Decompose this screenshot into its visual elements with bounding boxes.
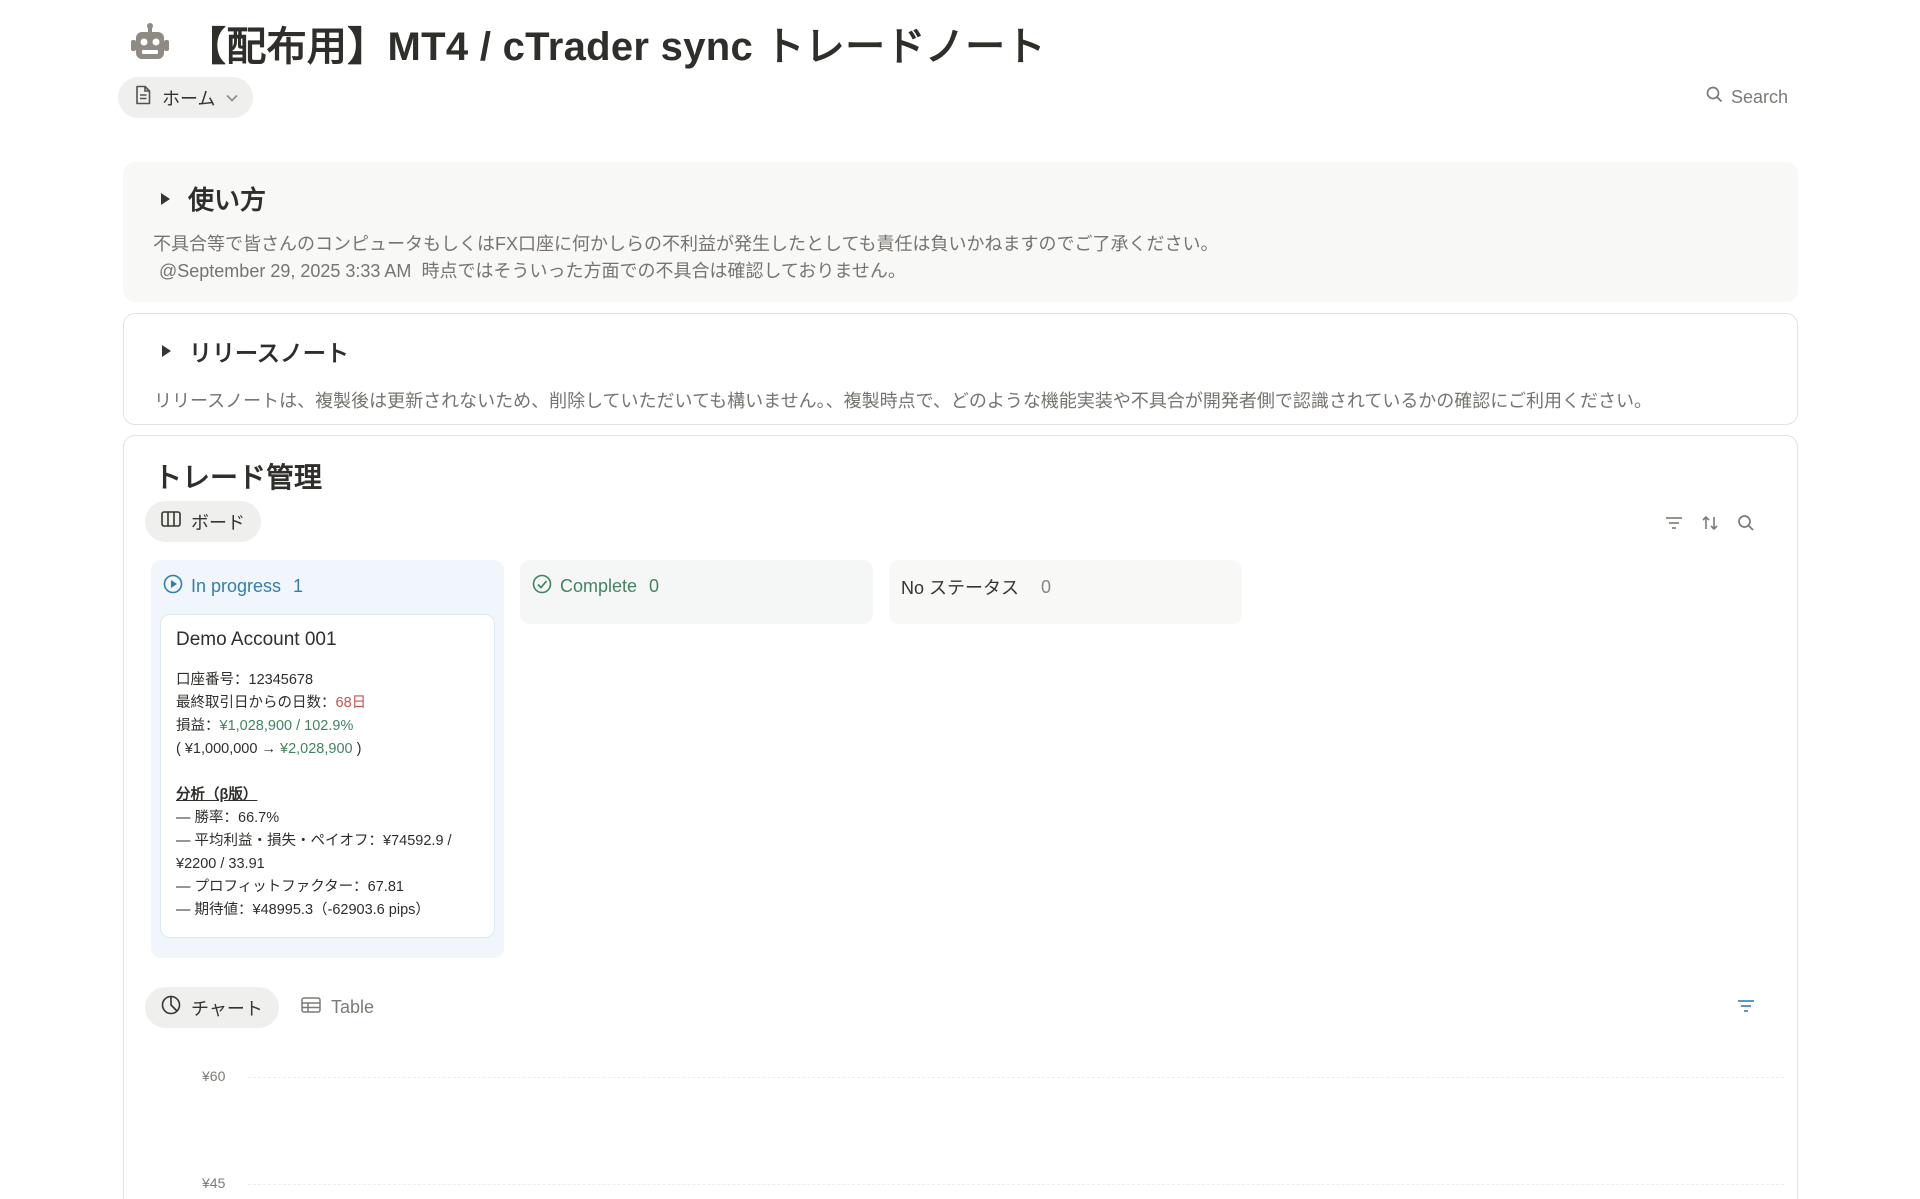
- usage-status-text: 時点ではそういった方面での不具合は確認しておりません。: [421, 261, 906, 281]
- average-payoff-line: ― 平均利益・損失・ペイオフ：¥74592.9 / ¥2200 / 33.91: [176, 833, 452, 872]
- release-heading: リリースノート: [189, 340, 349, 366]
- search-button[interactable]: Search: [1706, 86, 1788, 108]
- column-count: 1: [293, 576, 304, 596]
- y-axis-tick: ¥45: [202, 1175, 226, 1191]
- usage-status-line: @September 29, 2025 3:33 AM 時点ではそういった方面で…: [153, 258, 1768, 285]
- tab-board[interactable]: ボード: [145, 501, 261, 542]
- page-title: 【配布用】MT4 / cTrader sync トレードノート: [186, 25, 1046, 69]
- toggle-triangle-icon[interactable]: [162, 345, 171, 357]
- search-icon: [1706, 86, 1723, 108]
- balance-to: ¥2,028,900: [280, 741, 353, 757]
- usage-disclaimer: 不具合等で皆さんのコンピュータもしくはFX口座に何かしらの不利益が発生したとして…: [153, 234, 1219, 254]
- database-search-icon[interactable]: [1737, 514, 1755, 537]
- account-number-label: 口座番号：: [176, 672, 249, 688]
- days-since-trade-line: 最終取引日からの日数：68日: [176, 692, 479, 715]
- pl-value: ¥1,028,900 / 102.9%: [219, 718, 354, 734]
- balance-from: ( ¥1,000,000 →: [176, 741, 280, 757]
- expectancy-line: ― 期待値：¥48995.3（-62903.6 pips）: [176, 902, 430, 918]
- column-label: No ステータス: [901, 578, 1020, 598]
- release-text: リリースノートは、複製後は更新されないため、削除していただいても構いません。、複…: [154, 391, 1652, 411]
- view-selector[interactable]: ホーム: [118, 77, 254, 118]
- document-icon: [134, 85, 152, 110]
- account-number-value: 12345678: [248, 672, 314, 688]
- play-circle-icon: [163, 574, 183, 599]
- pie-chart-icon: [161, 995, 181, 1020]
- pl-label: 損益：: [176, 718, 220, 734]
- column-header-in-progress[interactable]: In progress 1: [151, 560, 504, 599]
- balance-close: ): [352, 741, 362, 757]
- table-icon: [301, 997, 321, 1018]
- date-mention[interactable]: @September 29, 2025 3:33 AM: [159, 261, 411, 281]
- account-number-line: 口座番号：12345678: [176, 669, 479, 692]
- column-count: 0: [649, 576, 660, 596]
- check-circle-icon: [532, 574, 552, 599]
- y-axis-tick: ¥60: [202, 1068, 226, 1084]
- search-label: Search: [1730, 86, 1788, 107]
- account-card[interactable]: Demo Account 001 口座番号：12345678 最終取引日からの日…: [160, 614, 495, 938]
- sort-icon[interactable]: [1701, 514, 1719, 537]
- chart-filter-icon[interactable]: [1737, 999, 1755, 1018]
- tab-board-label: ボード: [191, 512, 245, 533]
- column-label: In progress: [191, 576, 282, 596]
- board-column-in-progress: In progress 1 Demo Account 001 口座番号：1234…: [151, 560, 504, 958]
- chevron-down-icon: [225, 87, 239, 108]
- trade-database: トレード管理 ボード In progress 1 Demo Account 00…: [123, 435, 1798, 1199]
- tab-chart[interactable]: チャート: [145, 987, 279, 1028]
- profit-loss-line: 損益：¥1,028,900 / 102.9%: [176, 715, 479, 738]
- days-label: 最終取引日からの日数：: [176, 695, 336, 711]
- tab-chart-label: チャート: [191, 998, 263, 1019]
- toggle-triangle-icon[interactable]: [161, 192, 170, 205]
- usage-toggle[interactable]: 使い方: [153, 180, 1768, 217]
- filter-icon[interactable]: [1665, 516, 1683, 535]
- profit-factor-line: ― プロフィットファクター：67.81: [176, 879, 404, 895]
- database-toolbar: [1665, 514, 1755, 537]
- release-toggle[interactable]: リリースノート: [154, 334, 1767, 368]
- balance-line: ( ¥1,000,000 → ¥2,028,900 ): [176, 738, 479, 761]
- board-column-complete: Complete 0: [520, 560, 873, 624]
- usage-heading: 使い方: [188, 185, 267, 215]
- tab-table-label: Table: [331, 997, 375, 1017]
- release-callout: リリースノート リリースノートは、複製後は更新されないため、削除していただいても…: [123, 313, 1798, 425]
- column-header-complete[interactable]: Complete 0: [520, 560, 873, 599]
- column-count: 0: [1041, 576, 1052, 597]
- column-label: Complete: [560, 576, 638, 596]
- view-selector-label: ホーム: [162, 88, 216, 109]
- card-title: Demo Account 001: [176, 629, 337, 650]
- days-value: 68日: [335, 695, 367, 711]
- board-column-no-status: No ステータス 0: [889, 560, 1242, 624]
- column-header-no-status[interactable]: No ステータス 0: [889, 560, 1242, 600]
- board-view-icon: [161, 511, 181, 532]
- chart-gridline: [248, 1184, 1784, 1185]
- winrate-line: ― 勝率：66.7%: [176, 810, 280, 826]
- database-title: トレード管理: [154, 462, 323, 493]
- usage-callout: 使い方 不具合等で皆さんのコンピュータもしくはFX口座に何かしらの不利益が発生し…: [123, 162, 1798, 302]
- tab-table[interactable]: Table: [285, 987, 390, 1028]
- analysis-title: 分析（β版）: [176, 787, 258, 803]
- page-header: 【配布用】MT4 / cTrader sync トレードノート: [128, 14, 1046, 72]
- chart-gridline: [248, 1077, 1784, 1078]
- robot-icon[interactable]: [128, 21, 172, 65]
